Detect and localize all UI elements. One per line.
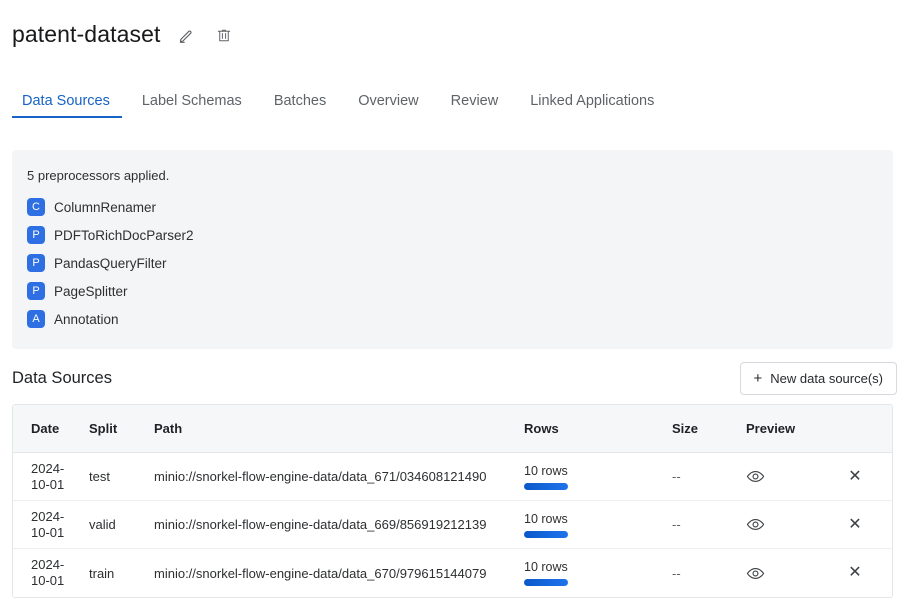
tab-data-sources[interactable]: Data Sources	[12, 93, 126, 119]
cell-split: valid	[89, 517, 116, 532]
cell-rows: 10 rows	[524, 512, 672, 538]
rows-progress-bar	[524, 579, 568, 586]
preprocessor-name: PandasQueryFilter	[54, 255, 167, 271]
preprocessor-item: C ColumnRenamer	[12, 193, 893, 221]
cell-preview	[746, 564, 826, 583]
preprocessor-badge-icon: P	[27, 282, 45, 300]
cell-rows: 10 rows	[524, 464, 672, 490]
close-icon[interactable]: ✕	[848, 565, 861, 581]
tab-linked-applications[interactable]: Linked Applications	[514, 93, 670, 119]
date-line-2: 10-01	[31, 573, 65, 588]
preprocessor-item: P PDFToRichDocParser2	[12, 221, 893, 249]
rows-count-label: 10 rows	[524, 560, 568, 574]
cell-remove: ✕	[826, 516, 892, 533]
rows-progress-bar	[524, 530, 568, 538]
plus-icon: +	[753, 370, 763, 387]
cell-path: minio://snorkel-flow-engine-data/data_67…	[154, 469, 487, 484]
eye-icon[interactable]	[746, 564, 818, 583]
column-header-size: Size	[672, 421, 699, 436]
preprocessor-badge-icon: P	[27, 226, 45, 244]
preprocessor-name: PDFToRichDocParser2	[54, 227, 194, 243]
preprocessor-item: A Annotation	[12, 305, 893, 333]
tab-review[interactable]: Review	[435, 93, 515, 119]
preprocessors-summary: 5 preprocessors applied.	[27, 168, 170, 183]
preprocessor-item: P PageSplitter	[12, 277, 893, 305]
date-line-2: 10-01	[31, 476, 65, 492]
page-title: patent-dataset	[12, 20, 161, 47]
rows-count-label: 10 rows	[524, 463, 568, 478]
eye-icon[interactable]	[746, 467, 818, 486]
date-line-1: 2024-	[31, 508, 65, 524]
data-sources-section-bar: Data Sources + New data source(s)	[12, 362, 905, 395]
cell-date: 2024- 10-01	[13, 557, 89, 589]
cell-size: --	[672, 517, 681, 532]
cell-remove: ✕	[826, 565, 892, 581]
close-icon[interactable]: ✕	[848, 468, 861, 485]
tab-batches[interactable]: Batches	[258, 93, 342, 119]
preprocessor-name: Annotation	[54, 311, 119, 327]
title-actions	[176, 23, 234, 45]
cell-date: 2024- 10-01	[13, 461, 89, 493]
tab-label-schemas[interactable]: Label Schemas	[126, 93, 258, 119]
date-line-1: 2024-	[31, 460, 65, 476]
new-data-source-label: New data source(s)	[770, 371, 883, 386]
cell-path: minio://snorkel-flow-engine-data/data_66…	[154, 517, 487, 532]
cell-rows: 10 rows	[524, 560, 672, 586]
cell-size: --	[672, 469, 681, 484]
preprocessor-name: ColumnRenamer	[54, 199, 157, 215]
cell-preview	[746, 467, 826, 486]
cell-path: minio://snorkel-flow-engine-data/data_67…	[154, 565, 487, 581]
table-row: 2024- 10-01 train minio://snorkel-flow-e…	[13, 549, 892, 597]
preprocessor-item: P PandasQueryFilter	[12, 249, 893, 277]
data-sources-heading: Data Sources	[12, 369, 112, 387]
table-row: 2024- 10-01 test minio://snorkel-flow-en…	[13, 453, 892, 501]
rows-count-label: 10 rows	[524, 511, 568, 526]
page-header: patent-dataset	[0, 0, 913, 52]
close-icon[interactable]: ✕	[848, 516, 861, 533]
preprocessor-name: PageSplitter	[54, 283, 128, 299]
date-line-1: 2024-	[31, 557, 65, 572]
data-sources-table: Date Split Path Rows Size Preview 2024- …	[12, 404, 893, 598]
cell-preview	[746, 515, 826, 534]
date-line-2: 10-01	[31, 524, 65, 540]
tab-overview[interactable]: Overview	[342, 93, 434, 119]
trash-icon[interactable]	[214, 25, 234, 45]
rows-progress-bar	[524, 482, 568, 490]
eye-icon[interactable]	[746, 515, 818, 534]
column-header-rows: Rows	[524, 421, 559, 436]
column-header-date: Date	[31, 421, 60, 436]
cell-remove: ✕	[826, 468, 892, 485]
preprocessor-badge-icon: P	[27, 254, 45, 272]
cell-split: train	[89, 565, 115, 581]
cell-split: test	[89, 469, 110, 484]
table-row: 2024- 10-01 valid minio://snorkel-flow-e…	[13, 501, 892, 549]
column-header-path: Path	[154, 421, 183, 436]
column-header-preview: Preview	[746, 421, 796, 436]
cell-date: 2024- 10-01	[13, 509, 89, 541]
preprocessor-badge-icon: C	[27, 198, 45, 216]
tab-bar: Data Sources Label Schemas Batches Overv…	[0, 82, 913, 118]
preprocessor-badge-icon: A	[27, 310, 45, 328]
pencil-icon[interactable]	[176, 25, 196, 45]
new-data-source-button[interactable]: + New data source(s)	[739, 362, 897, 395]
cell-size: --	[672, 565, 681, 581]
table-header-row: Date Split Path Rows Size Preview	[13, 405, 892, 453]
preprocessors-panel: 5 preprocessors applied. C ColumnRenamer…	[12, 150, 893, 349]
column-header-split: Split	[89, 421, 118, 436]
